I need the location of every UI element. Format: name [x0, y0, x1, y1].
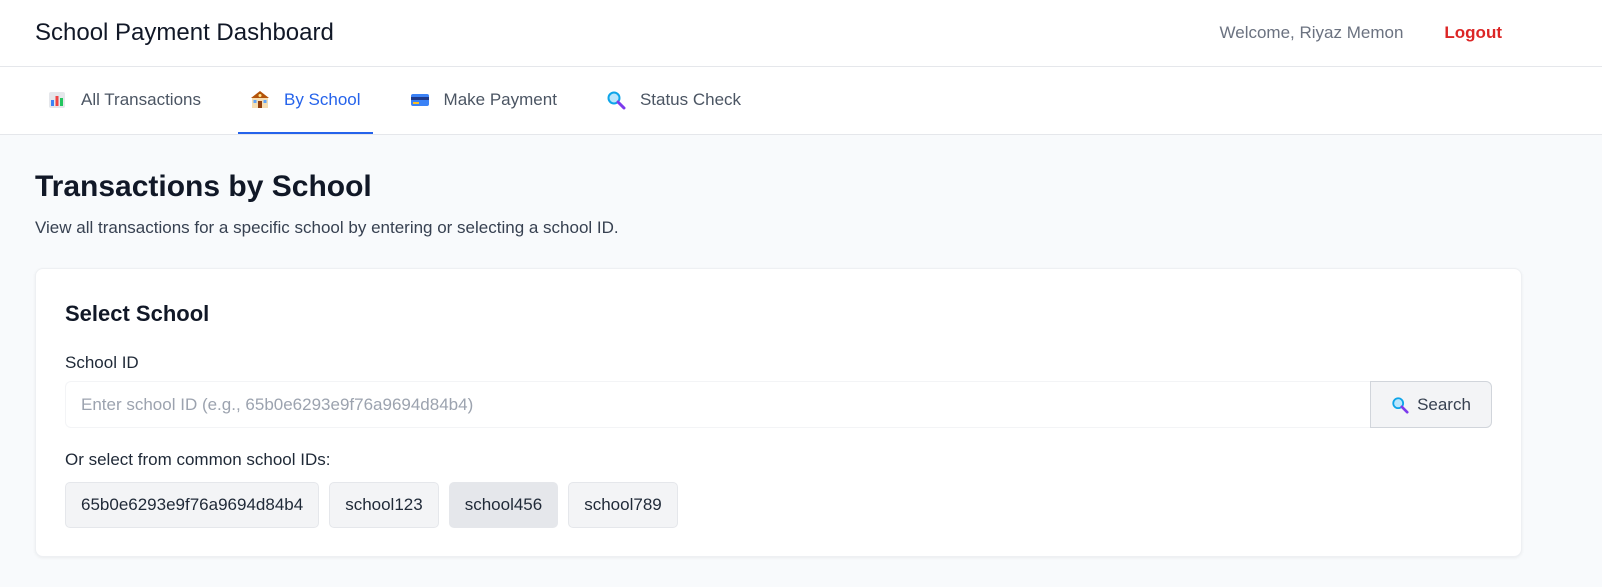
school-id-label: School ID — [65, 353, 139, 372]
welcome-text: Welcome, Riyaz Memon — [1219, 23, 1404, 42]
search-button-label: Search — [1417, 394, 1471, 414]
school-id-input[interactable] — [65, 381, 1370, 428]
main-content: Transactions by School View all transact… — [0, 135, 1602, 557]
tab-bar: All Transactions By School Make Payment — [0, 67, 1602, 135]
bar-chart-icon — [47, 90, 67, 110]
school-id-chip[interactable]: 65b0e6293e9f76a9694d84b4 — [65, 482, 320, 528]
search-button[interactable]: Search — [1370, 381, 1492, 428]
user-area: Welcome, Riyaz Memon Logout — [1220, 23, 1503, 43]
school-id-chip[interactable]: school789 — [568, 482, 678, 528]
school-id-chips: 65b0e6293e9f76a9694d84b4 school123 schoo… — [65, 482, 1492, 528]
school-id-chip[interactable]: school123 — [329, 482, 439, 528]
page-title: Transactions by School — [35, 170, 372, 203]
top-bar: School Payment Dashboard Welcome, Riyaz … — [0, 0, 1602, 67]
magnifier-icon — [1391, 396, 1409, 414]
tab-label: Make Payment — [443, 89, 557, 109]
common-ids-label: Or select from common school IDs: — [65, 450, 331, 469]
page-description: View all transactions for a specific sch… — [35, 218, 619, 237]
school-id-chip[interactable]: school456 — [448, 482, 559, 528]
tab-label: All Transactions — [81, 89, 201, 109]
app-title: School Payment Dashboard — [35, 19, 334, 46]
tab-label: By School — [284, 89, 361, 109]
credit-card-icon — [410, 90, 430, 110]
school-icon — [250, 90, 270, 110]
magnifier-icon — [606, 90, 626, 110]
tab-make-payment[interactable]: Make Payment — [398, 67, 569, 134]
logout-button[interactable]: Logout — [1444, 23, 1502, 43]
tab-by-school[interactable]: By School — [238, 67, 373, 134]
card-title: Select School — [65, 301, 210, 326]
search-row: Search — [65, 381, 1492, 428]
tab-status-check[interactable]: Status Check — [594, 67, 753, 134]
tab-all-transactions[interactable]: All Transactions — [35, 67, 213, 134]
tab-label: Status Check — [639, 89, 742, 109]
select-school-card: Select School School ID Search Or select… — [35, 268, 1522, 557]
